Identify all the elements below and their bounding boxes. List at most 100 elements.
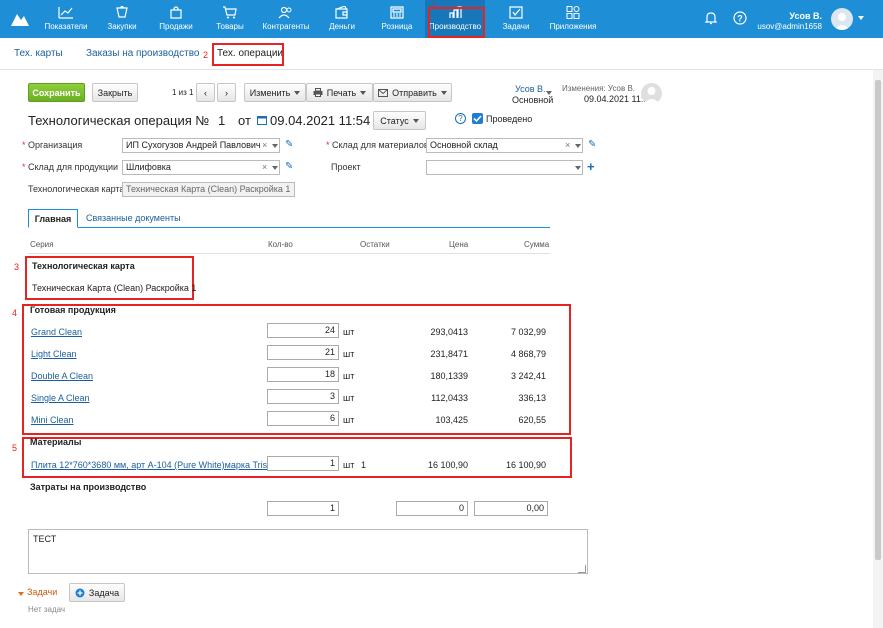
- comment-textarea[interactable]: ТЕСТ: [28, 529, 588, 574]
- save-button[interactable]: Сохранить: [28, 83, 85, 102]
- price: 180,1339: [430, 371, 468, 381]
- tab-production-orders[interactable]: Заказы на производство: [86, 48, 200, 59]
- user-menu-caret[interactable]: [858, 16, 864, 20]
- header-series: Серия: [30, 240, 54, 249]
- mat-wh-label: * Склад для материалов: [326, 140, 429, 150]
- price: 112,0433: [431, 393, 468, 403]
- nav-item-apps[interactable]: Приложения: [543, 6, 603, 32]
- chart-line-icon: [58, 7, 73, 19]
- org-label: * Организация: [22, 140, 83, 150]
- costs-sum-input[interactable]: 0,00: [474, 501, 548, 516]
- change-dropdown[interactable]: Изменить: [244, 83, 306, 102]
- nav-item-tasks[interactable]: Задачи: [486, 6, 546, 32]
- nav-item-money[interactable]: Деньги: [312, 6, 372, 32]
- pencil-icon[interactable]: ✎: [285, 139, 293, 150]
- bell-icon[interactable]: [704, 11, 718, 25]
- user-icon: [643, 87, 660, 104]
- qty-input[interactable]: 6: [267, 411, 339, 426]
- tab-related-docs[interactable]: Связанные документы: [86, 213, 181, 223]
- pencil-icon[interactable]: ✎: [588, 139, 596, 150]
- send-dropdown[interactable]: Отправить: [373, 83, 452, 102]
- sum: 336,13: [518, 393, 546, 403]
- product-link[interactable]: Light Clean: [31, 349, 77, 359]
- posted-checkbox[interactable]: [472, 113, 483, 124]
- nav-item-purchases[interactable]: Закупки: [92, 6, 152, 32]
- mat-wh-caret[interactable]: [575, 144, 581, 148]
- header-price: Цена: [449, 240, 469, 249]
- material-link[interactable]: Плита 12*760*3680 мм, арт А-104 (Pure Wh…: [31, 460, 280, 470]
- qty-input[interactable]: 21: [267, 345, 339, 360]
- costs-price-input[interactable]: 0: [396, 501, 468, 516]
- nav-label: Продажи: [159, 22, 193, 31]
- nav-label: Деньги: [329, 22, 355, 31]
- nav-item-goods[interactable]: Товары: [200, 6, 260, 32]
- status-dropdown[interactable]: Статус: [373, 111, 426, 130]
- chevron-right-icon: ›: [225, 87, 228, 98]
- clear-icon[interactable]: ×: [262, 140, 267, 150]
- tab-tech-cards[interactable]: Тех. карты: [14, 48, 63, 59]
- change-label: Изменить: [249, 87, 291, 98]
- logo-icon[interactable]: [9, 10, 31, 28]
- calendar-icon[interactable]: [257, 115, 267, 125]
- nav-label: Закупки: [107, 22, 137, 31]
- qty-input[interactable]: 18: [267, 367, 339, 382]
- product-link[interactable]: Single A Clean: [31, 393, 90, 403]
- caret-down-icon: [412, 118, 419, 123]
- product-link[interactable]: Grand Clean: [31, 327, 82, 337]
- scrollbar-thumb[interactable]: [875, 80, 881, 560]
- prod-wh-caret[interactable]: [272, 166, 278, 170]
- sum: 7 032,99: [510, 327, 546, 337]
- user-name[interactable]: Усов В.: [760, 11, 822, 21]
- product-link[interactable]: Mini Clean: [31, 415, 74, 425]
- page-title: Технологическая операция №: [28, 113, 210, 128]
- nav-item-contractors[interactable]: Контрагенты: [256, 6, 316, 32]
- header-divider: [28, 253, 550, 254]
- project-field[interactable]: [426, 160, 583, 175]
- tasks-label[interactable]: Задачи: [27, 587, 57, 597]
- owner-subtitle: Основной: [512, 95, 554, 105]
- help-icon[interactable]: ?: [455, 113, 466, 124]
- user-login[interactable]: usov@admin1658: [752, 22, 822, 31]
- nav-item-sales[interactable]: Продажи: [146, 6, 206, 32]
- project-caret[interactable]: [575, 166, 581, 170]
- print-dropdown[interactable]: Печать: [306, 83, 373, 102]
- nav-label: Показатели: [44, 22, 88, 31]
- help-icon[interactable]: ?: [733, 11, 747, 25]
- product-link[interactable]: Double A Clean: [31, 371, 93, 381]
- price: 16 100,90: [427, 460, 468, 470]
- tab-divider: [28, 227, 550, 228]
- checkmark-icon: [473, 115, 482, 123]
- close-button[interactable]: Закрыть: [92, 83, 138, 102]
- org-field[interactable]: ИП Сухогузов Андрей Павлович: [122, 138, 280, 153]
- svg-text:?: ?: [737, 14, 743, 24]
- mat-wh-field[interactable]: Основной склад: [426, 138, 583, 153]
- tab-main[interactable]: Главная: [28, 209, 78, 228]
- resize-handle[interactable]: [578, 565, 586, 573]
- avatar[interactable]: [831, 8, 853, 30]
- unit: шт: [343, 415, 355, 425]
- add-task-button[interactable]: Задача: [69, 583, 125, 602]
- qty-input[interactable]: 24: [267, 323, 339, 338]
- doc-number[interactable]: 1: [218, 113, 225, 128]
- clear-icon[interactable]: ×: [262, 162, 267, 172]
- pencil-icon[interactable]: ✎: [285, 161, 293, 172]
- costs-qty-input[interactable]: 1: [267, 501, 339, 516]
- qty-input[interactable]: 1: [267, 456, 339, 471]
- nav-item-retail[interactable]: Розница: [367, 6, 427, 32]
- doc-from: от: [238, 113, 251, 128]
- chevron-left-icon: ‹: [204, 87, 207, 98]
- clear-icon[interactable]: ×: [565, 140, 570, 150]
- org-caret[interactable]: [272, 144, 278, 148]
- qty-input[interactable]: 3: [267, 389, 339, 404]
- costs-section-title: Затраты на производство: [30, 482, 147, 492]
- annotation-number-4: 4: [12, 308, 18, 318]
- owner-name[interactable]: Усов В.: [515, 84, 546, 94]
- prev-button[interactable]: ‹: [196, 83, 215, 102]
- nav-item-dashboard[interactable]: Показатели: [36, 6, 96, 32]
- doc-date[interactable]: 09.04.2021 11:54: [270, 113, 370, 128]
- caret-down-icon: [360, 90, 367, 95]
- plus-icon[interactable]: +: [587, 159, 595, 174]
- next-button[interactable]: ›: [217, 83, 236, 102]
- collapse-caret-icon[interactable]: [18, 592, 24, 596]
- prod-wh-field[interactable]: Шлифовка: [122, 160, 280, 175]
